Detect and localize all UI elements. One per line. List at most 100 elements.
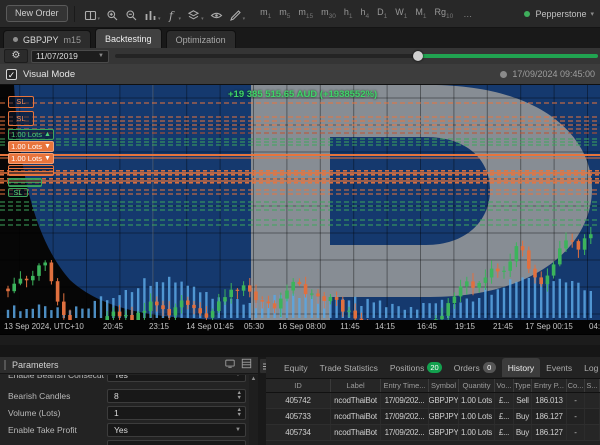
table-row[interactable]: 405733ncodThaiBot17/09/202...GBPJPY1.00 … [266,409,600,425]
table-cell: GBPJPY [429,393,459,408]
tab-events[interactable]: Events [540,358,578,377]
count-badge: 0 [483,362,496,373]
table-cell: Sell [514,393,532,408]
tab-history[interactable]: History [502,358,540,377]
parameters-header-icons [219,356,252,374]
price-chart[interactable]: +19 385 515.65 AUD (+1938552%) SL SL 1.00 … [0,85,600,320]
order-marker[interactable]: 1.00 Lots▼ [8,141,54,152]
order-marker[interactable]: 1.00 Lots▲ [8,129,54,140]
x-axis-label: 17 Sep 00:15 [525,322,573,331]
parameters-list: Enable Bearish Consecuti...Yes▼Bearish C… [0,375,248,445]
table-cell: - [567,409,585,424]
instrument-symbol: GBPJPY [23,35,59,45]
table-row[interactable]: 405734ncodThaiBot17/09/202...GBPJPY1.00 … [266,425,600,441]
column-header[interactable]: Entry P... [532,379,567,392]
tab-log[interactable]: Log [578,358,600,377]
table-row[interactable]: 405742ncodThaiBot17/09/202...GBPJPY1.00 … [266,393,600,409]
order-marker[interactable] [8,165,54,176]
draw-icon[interactable]: ▾ [229,6,246,22]
x-axis-label: 23:15 [149,322,169,331]
scroll-up-icon[interactable]: ▲ [249,375,258,384]
table-cell: 1.00 Lots [459,393,495,408]
backtest-progress-slider[interactable] [115,48,597,64]
progress-handle[interactable] [413,51,423,61]
zoom-in-icon[interactable] [106,6,119,22]
zoom-out-icon[interactable] [125,6,138,22]
timeframe-m15[interactable]: m15 [298,7,313,20]
column-header[interactable]: ID [266,379,331,392]
backtest-settings-row: ⚙ 11/07/2019 ▼ [0,48,600,64]
timeframe-m1[interactable]: m1 [260,7,271,20]
param-label: Enable Bearish Consecuti... [8,375,104,380]
tab-optimization[interactable]: Optimization [166,30,236,48]
tab-instrument[interactable]: GBPJPY m15 [3,30,91,48]
stepper-arrows-icon[interactable]: ▲▼ [237,391,242,400]
broker-menu[interactable]: Pepperstone ▾ [524,9,594,19]
direction-arrow-icon: ▼ [44,155,51,162]
timeframe-M1[interactable]: M1 [415,7,426,20]
table-cell: 17/09/202... [381,409,429,424]
timeframe-m30[interactable]: m30 [321,7,336,20]
x-axis-label: 14 Sep 01:45 [186,322,234,331]
timeframe-h1[interactable]: h1 [344,7,353,20]
timeframe-D1[interactable]: D1 [377,7,387,20]
profit-label: +19 385 515.65 AUD (+1938552%) [228,89,377,100]
horizontal-splitter[interactable] [0,345,600,357]
column-header[interactable]: Symbol [429,379,459,392]
new-order-button[interactable]: New Order [6,5,68,22]
more-timeframes-button[interactable]: … [463,9,473,19]
visual-mode-checkbox[interactable]: ✓ [6,69,17,80]
count-badge: 20 [427,362,441,373]
tab-orders[interactable]: Orders0 [448,358,502,377]
param-select[interactable]: Yes▼ [107,423,246,437]
order-marker[interactable]: SL [8,188,28,197]
table-cell: 17/09/202... [381,425,429,440]
svg-text:f: f [168,9,175,22]
playback-dot-icon [500,71,507,78]
column-header[interactable]: Co... [567,379,585,392]
timeframe-m5[interactable]: m5 [279,7,290,20]
timeframe-W1[interactable]: W1 [395,7,407,20]
param-label: Enable Take Profit [8,425,104,435]
column-header[interactable]: Vo... [495,379,514,392]
column-header[interactable]: S... [585,379,600,392]
param-stepper[interactable]: 1▲▼ [107,406,246,420]
order-marker[interactable] [8,178,42,187]
stepper-arrows-icon[interactable]: ▲▼ [237,408,242,417]
table-cell: 1.00 Lots [459,425,495,440]
toolbar-icons: ▾ ▾ f▾ ▾ ▾ [81,6,249,22]
tab-equity[interactable]: Equity [278,358,314,377]
gear-icon[interactable]: ⚙ [4,49,28,63]
column-header[interactable]: Type [514,379,532,392]
chart-bars-icon[interactable]: ▾ [144,6,161,22]
column-header[interactable]: Quantity [459,379,495,392]
parameters-scrollbar[interactable]: ▲ [249,375,258,445]
order-marker[interactable]: 1.00 Lots▼ [8,153,54,164]
tab-trade-statistics[interactable]: Trade Statistics [314,358,384,377]
param-select[interactable]: Yes▼ [107,375,246,382]
panels-icon[interactable]: ▾ [84,6,101,22]
eye-icon[interactable] [210,6,223,22]
column-header[interactable]: Entry Time... [381,379,429,392]
timeframe-h4[interactable]: h4 [360,7,369,20]
direction-arrow-icon: ▲ [44,131,51,138]
tab-positions[interactable]: Positions20 [384,358,448,377]
indicator-f-icon[interactable]: f▾ [167,6,182,22]
x-axis-label: 13 Sep 2024, UTC+10 [4,322,84,331]
tab-backtesting[interactable]: Backtesting [95,28,162,48]
order-marker[interactable]: SL [8,96,34,108]
timeframe-Rg10[interactable]: Rg10 [434,7,453,20]
broker-name: Pepperstone [535,9,586,19]
monitor-icon[interactable] [224,356,236,374]
x-axis[interactable]: 13 Sep 2024, UTC+1020:4523:1514 Sep 01:4… [0,320,600,334]
param-stepper[interactable]: 8▲▼ [107,389,246,403]
order-marker[interactable]: SL [8,111,34,126]
layers-icon[interactable]: ▾ [187,6,204,22]
column-header[interactable]: Label [331,379,381,392]
rows-icon[interactable] [241,356,252,374]
drag-grip-icon[interactable] [4,360,6,370]
start-date-select[interactable]: 11/07/2019 ▼ [31,50,109,63]
chevron-down-icon: ▼ [235,375,241,378]
x-axis-label: 05:30 [244,322,264,331]
toolbar-separator [74,6,75,22]
